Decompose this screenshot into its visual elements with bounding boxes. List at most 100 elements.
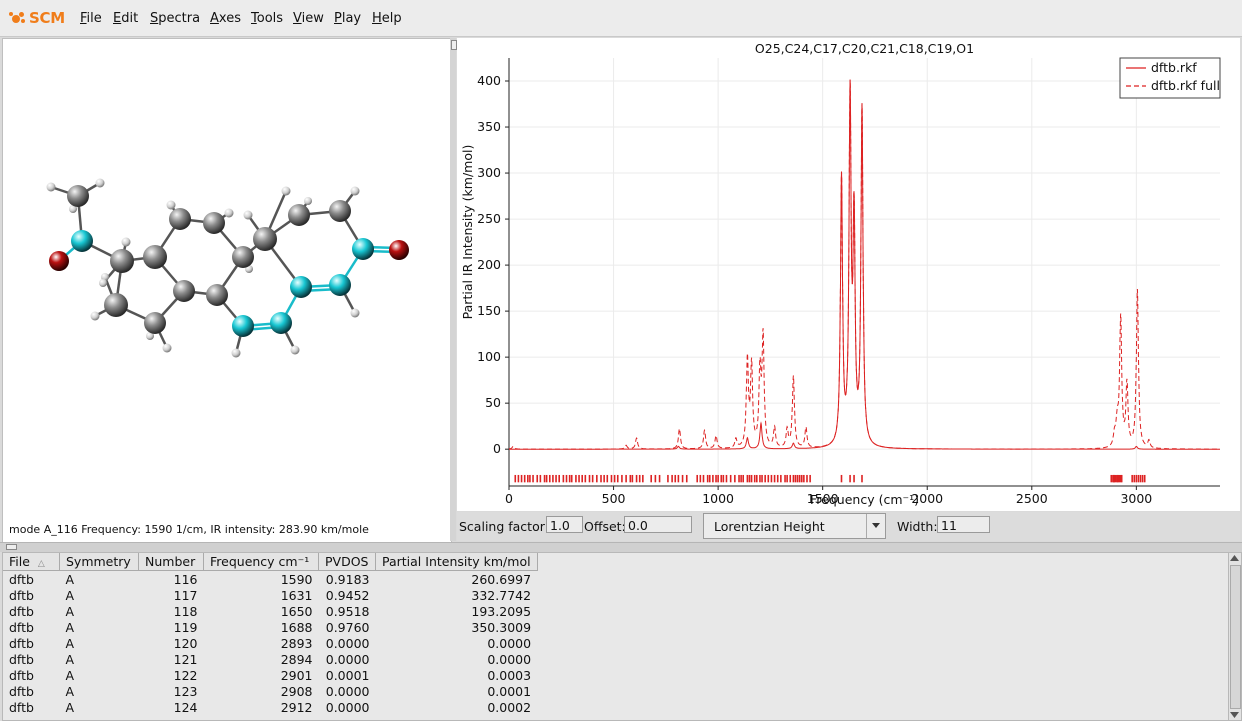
cell-number: 117	[173, 587, 198, 603]
menu-view[interactable]: View	[293, 11, 324, 26]
menu-axes[interactable]: Axes	[210, 11, 241, 26]
scroll-thumb[interactable]	[1230, 565, 1241, 709]
cell-pvdos: 0.0000	[325, 651, 370, 667]
cell-frequency: 2908	[280, 683, 313, 699]
x-tick-label: 1000	[702, 491, 734, 506]
y-tick-label: 200	[477, 257, 501, 272]
scaling-factor-input[interactable]: 1.0	[546, 516, 583, 533]
y-tick-label: 400	[477, 73, 501, 88]
cell-file: dftb	[9, 651, 34, 667]
table-row[interactable]: dftb A 121 2894 0.0000 0.0000	[3, 651, 537, 667]
width-input[interactable]: 11	[937, 516, 990, 533]
y-tick-label: 100	[477, 349, 501, 364]
cell-symmetry: A	[65, 699, 75, 715]
y-tick-label: 300	[477, 165, 501, 180]
cell-partial-intensity: 193.2095	[471, 603, 532, 619]
legend-label: dftb.rkf	[1151, 60, 1197, 75]
cell-pvdos: 0.9760	[325, 619, 370, 635]
menu-play[interactable]: Play	[334, 11, 361, 26]
cell-partial-intensity: 350.3009	[471, 619, 532, 635]
horizontal-splitter[interactable]	[0, 542, 1242, 552]
y-axis-label: Partial IR Intensity (km/mol)	[460, 145, 475, 320]
cell-frequency: 2901	[280, 667, 313, 683]
cell-symmetry: A	[65, 683, 75, 699]
menu-file[interactable]: File	[80, 11, 102, 26]
offset-label: Offset:	[584, 519, 626, 534]
cell-number: 122	[173, 667, 198, 683]
cell-file: dftb	[9, 587, 34, 603]
menu-tools[interactable]: Tools	[251, 11, 283, 26]
molecule-viewer[interactable]: mode A_116 Frequency: 1590 1/cm, IR inte…	[2, 38, 452, 543]
cell-symmetry: A	[65, 635, 75, 651]
column-header-partial-intensity[interactable]: Partial Intensity km/mol	[375, 553, 538, 571]
cell-frequency: 2912	[280, 699, 313, 715]
width-label: Width:	[897, 519, 938, 534]
scm-logo-icon	[8, 8, 28, 28]
cell-frequency: 1590	[280, 571, 313, 587]
chart-title: O25,C24,C17,C20,C21,C18,C19,O1	[755, 41, 974, 56]
cell-number: 121	[173, 651, 198, 667]
cell-partial-intensity: 0.0000	[487, 635, 532, 651]
x-tick-label: 2500	[1016, 491, 1048, 506]
table-row[interactable]: dftb A 123 2908 0.0000 0.0001	[3, 683, 537, 699]
column-header-frequency[interactable]: Frequency cm⁻¹	[203, 553, 319, 571]
spectrum-plot[interactable]: 0 500 1000 1500 2000 2500 30000501001502002503…	[457, 38, 1240, 511]
cell-pvdos: 0.0000	[325, 635, 370, 651]
column-header-file[interactable]: File △	[3, 553, 60, 571]
table-row[interactable]: dftb A 118 1650 0.9518 193.2095	[3, 603, 537, 619]
y-tick-label: 0	[493, 441, 501, 456]
offset-input[interactable]: 0.0	[624, 516, 692, 533]
cell-file: dftb	[9, 603, 34, 619]
scaling-factor-label: Scaling factor:	[459, 519, 549, 534]
lineshape-value: Lorentzian Height	[714, 519, 825, 534]
cell-partial-intensity: 0.0002	[487, 699, 532, 715]
cell-symmetry: A	[65, 651, 75, 667]
column-header-symmetry[interactable]: Symmetry	[59, 553, 139, 571]
scroll-up-arrow-icon[interactable]	[1230, 554, 1239, 562]
spectrum-chart[interactable]: 0 500 1000 1500 2000 2500 3000 0 50 100 150 200 250 3…	[457, 38, 1240, 511]
x-tick-label: 3000	[1120, 491, 1152, 506]
table-row[interactable]: dftb A 120 2893 0.0000 0.0000	[3, 635, 537, 651]
scm-logo[interactable]: SCM	[8, 8, 65, 28]
lineshape-select[interactable]: Lorentzian Height	[703, 513, 886, 539]
table-row[interactable]: dftb A 119 1688 0.9760 350.3009	[3, 619, 537, 635]
molecule-3d-view[interactable]	[3, 39, 451, 519]
x-axis-label: Frequency (cm⁻¹)	[810, 492, 919, 507]
spectrum-controls: Scaling factor: 1.0 Offset: 0.0 Lorentzi…	[457, 512, 1240, 541]
cell-number: 119	[173, 619, 198, 635]
cell-file: dftb	[9, 699, 34, 715]
splitter-grip-horizontal[interactable]	[6, 544, 17, 550]
x-tick-label: 0	[505, 491, 513, 506]
cell-frequency: 2893	[280, 635, 313, 651]
cell-file: dftb	[9, 619, 34, 635]
table-row[interactable]: dftb A 116 1590 0.9183 260.6997	[3, 571, 537, 588]
modes-table[interactable]: File △ Symmetry Number Frequency cm⁻¹ PVD…	[2, 552, 1229, 721]
menu-spectra[interactable]: Spectra	[150, 11, 200, 26]
series-line-dftb	[509, 79, 1220, 450]
column-header-pvdos[interactable]: PVDOS	[318, 553, 376, 571]
table-row[interactable]: dftb A 122 2901 0.0001 0.0003	[3, 667, 537, 683]
menu-edit[interactable]: Edit	[113, 11, 138, 26]
vertical-splitter[interactable]	[450, 38, 456, 541]
cell-partial-intensity: 332.7742	[471, 587, 532, 603]
table-scrollbar[interactable]	[1228, 552, 1242, 721]
column-header-number[interactable]: Number	[138, 553, 204, 571]
hydrogen-atoms	[46, 178, 360, 358]
cell-pvdos: 0.0000	[325, 699, 370, 715]
cell-file: dftb	[9, 635, 34, 651]
cell-frequency: 1650	[280, 603, 313, 619]
menu-bar: SCM File Edit Spectra Axes Tools View Pl…	[0, 0, 1242, 37]
cell-pvdos: 0.9452	[325, 587, 370, 603]
y-tick-label: 250	[477, 211, 501, 226]
cell-partial-intensity: 0.0000	[487, 651, 532, 667]
bonds	[50, 181, 365, 354]
table-header-row: File △ Symmetry Number Frequency cm⁻¹ PVD…	[3, 553, 538, 571]
scroll-down-arrow-icon[interactable]	[1230, 711, 1239, 719]
legend-label: dftb.rkf full	[1151, 78, 1220, 93]
cell-symmetry: A	[65, 603, 75, 619]
table-row[interactable]: dftb A 117 1631 0.9452 332.7742	[3, 587, 537, 603]
table-row[interactable]: dftb A 124 2912 0.0000 0.0002	[3, 699, 537, 715]
menu-help[interactable]: Help	[372, 11, 402, 26]
cell-file: dftb	[9, 667, 34, 683]
dropdown-arrow-icon[interactable]	[866, 514, 885, 538]
